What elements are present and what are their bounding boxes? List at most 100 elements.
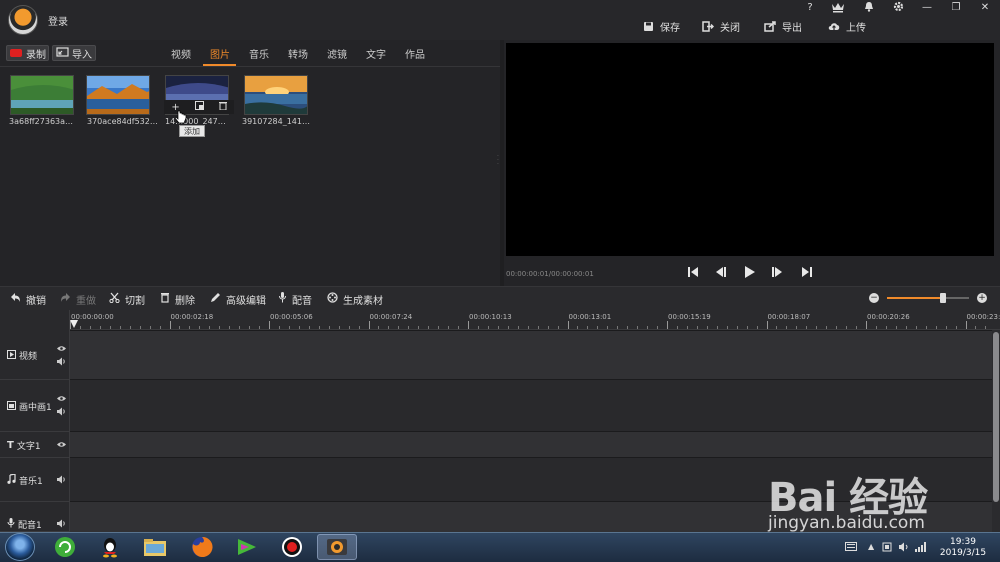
taskbar-firefox-icon[interactable] bbox=[182, 534, 222, 560]
zoom-slider-fill bbox=[887, 297, 943, 299]
pip-track-lane[interactable] bbox=[70, 380, 992, 431]
volume-icon[interactable] bbox=[57, 519, 66, 528]
ruler-minor-tick bbox=[477, 326, 479, 329]
media-thumbnail[interactable] bbox=[86, 75, 150, 115]
minimize-button[interactable]: — bbox=[918, 1, 936, 15]
splitter-handle[interactable]: · · · bbox=[497, 154, 500, 168]
ruler-minor-tick bbox=[846, 326, 848, 329]
delete-button[interactable]: 删除 bbox=[160, 292, 195, 307]
import-button[interactable]: 导入 bbox=[52, 45, 96, 61]
login-link[interactable]: 登录 bbox=[48, 13, 68, 28]
upload-button[interactable]: 上传 bbox=[828, 18, 866, 34]
tab-music[interactable]: 音乐 bbox=[249, 46, 269, 61]
advanced-edit-button[interactable]: 高级编辑 bbox=[210, 292, 266, 307]
eye-icon[interactable] bbox=[57, 440, 66, 449]
redo-button[interactable]: 重做 bbox=[60, 292, 96, 307]
start-button[interactable] bbox=[5, 533, 35, 561]
vip-icon[interactable] bbox=[829, 1, 847, 15]
timeline-scrollbar-thumb[interactable] bbox=[993, 332, 999, 502]
ruler-minor-tick bbox=[458, 326, 460, 329]
close-window-button[interactable]: ✕ bbox=[976, 1, 994, 15]
record-button[interactable]: 录制 bbox=[6, 45, 49, 61]
undo-button[interactable]: 撤销 bbox=[10, 292, 46, 307]
ruler-minor-tick bbox=[557, 326, 559, 329]
zoom-in-button[interactable]: + bbox=[977, 293, 987, 303]
tab-filters[interactable]: 滤镜 bbox=[327, 46, 347, 61]
microphone-icon bbox=[278, 292, 287, 306]
taskbar-qq-icon[interactable] bbox=[90, 534, 130, 560]
taskbar-explorer-icon[interactable] bbox=[135, 534, 175, 560]
taskbar-recorder-icon[interactable] bbox=[272, 534, 312, 560]
zoom-out-button[interactable]: − bbox=[869, 293, 879, 303]
microphone-icon bbox=[7, 518, 15, 531]
export-button[interactable]: 导出 bbox=[764, 18, 802, 34]
media-thumbnail[interactable] bbox=[10, 75, 74, 115]
text-track-lane[interactable] bbox=[70, 432, 992, 457]
media-thumbnail-label: 3a68ff27363a… bbox=[9, 117, 74, 126]
taskbar-clock-date[interactable]: 2019/3/15 bbox=[938, 548, 988, 558]
tab-transitions[interactable]: 转场 bbox=[288, 46, 308, 61]
taskbar-clock-time[interactable]: 19:39 bbox=[938, 536, 988, 548]
taskbar-video-editor-icon[interactable] bbox=[317, 534, 357, 560]
skip-to-start-button[interactable] bbox=[686, 265, 700, 279]
keyboard-icon[interactable] bbox=[845, 542, 857, 552]
ruler-minor-tick bbox=[935, 326, 937, 329]
edit-icon[interactable] bbox=[194, 101, 204, 113]
tab-images[interactable]: 图片 bbox=[210, 46, 230, 61]
bell-icon[interactable] bbox=[860, 1, 878, 15]
ruler-minor-tick bbox=[487, 326, 489, 329]
restore-button[interactable]: ❐ bbox=[947, 1, 965, 15]
delete-icon[interactable] bbox=[218, 101, 227, 113]
playhead[interactable] bbox=[70, 320, 78, 328]
ruler-minor-tick bbox=[686, 326, 688, 329]
ruler-minor-tick bbox=[776, 326, 778, 329]
volume-icon[interactable] bbox=[57, 407, 66, 416]
save-label: 保存 bbox=[660, 22, 680, 34]
ruler-minor-tick bbox=[139, 326, 141, 329]
next-frame-button[interactable] bbox=[771, 265, 785, 279]
zoom-slider-handle[interactable] bbox=[939, 293, 946, 303]
tab-works[interactable]: 作品 bbox=[405, 46, 425, 61]
ruler-minor-tick bbox=[99, 326, 101, 329]
dub-button[interactable]: 配音 bbox=[278, 292, 312, 307]
ruler-minor-tick bbox=[915, 326, 917, 329]
volume-icon[interactable] bbox=[57, 475, 66, 484]
speaker-icon[interactable] bbox=[899, 542, 909, 552]
ruler-minor-tick bbox=[189, 326, 191, 329]
video-track-lane[interactable] bbox=[70, 331, 992, 379]
signal-icon[interactable] bbox=[915, 542, 926, 552]
eye-icon[interactable] bbox=[57, 394, 66, 403]
taskbar-app-360-icon[interactable] bbox=[45, 534, 85, 560]
play-button[interactable] bbox=[743, 265, 757, 279]
generate-material-label: 生成素材 bbox=[343, 295, 383, 307]
video-track-label: 视频 bbox=[19, 352, 38, 362]
tray-expand-icon[interactable]: ▲ bbox=[868, 542, 878, 552]
taskbar-player-icon[interactable] bbox=[227, 534, 267, 560]
export-icon bbox=[764, 20, 776, 32]
ruler-minor-tick bbox=[885, 326, 887, 329]
generate-material-button[interactable]: 生成素材 bbox=[327, 292, 383, 307]
save-button[interactable]: 保存 bbox=[642, 18, 680, 34]
ruler-minor-tick bbox=[597, 326, 599, 329]
text-icon: T bbox=[7, 440, 14, 451]
ruler-tick-label: 00:00:10:13 bbox=[469, 313, 512, 321]
cut-button[interactable]: 切割 bbox=[109, 292, 145, 307]
eye-icon[interactable] bbox=[57, 344, 66, 353]
ruler-minor-tick bbox=[308, 326, 310, 329]
media-thumbnail[interactable] bbox=[244, 75, 308, 115]
ruler-minor-tick bbox=[657, 326, 659, 329]
close-project-button[interactable]: 关闭 bbox=[702, 18, 740, 34]
ruler-minor-tick bbox=[826, 326, 828, 329]
dub-track-name: 配音1 bbox=[7, 518, 42, 531]
tab-text[interactable]: 文字 bbox=[366, 46, 386, 61]
ruler-tick-label: 00:00:13:01 bbox=[568, 313, 612, 321]
prev-frame-button[interactable] bbox=[713, 265, 727, 279]
network-device-icon[interactable] bbox=[882, 542, 892, 552]
gear-icon[interactable] bbox=[889, 1, 907, 15]
skip-to-end-button[interactable] bbox=[800, 265, 814, 279]
ruler-minor-tick bbox=[547, 326, 549, 329]
ruler-minor-tick bbox=[537, 326, 539, 329]
volume-icon[interactable] bbox=[57, 357, 66, 366]
help-icon[interactable]: ? bbox=[801, 1, 819, 15]
tab-video[interactable]: 视频 bbox=[171, 46, 191, 61]
